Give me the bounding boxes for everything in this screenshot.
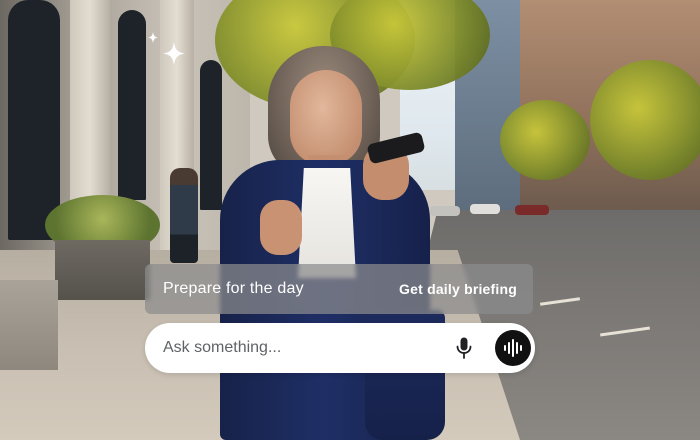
voice-waveform-icon[interactable] <box>495 330 531 366</box>
tree <box>590 60 700 180</box>
face <box>290 70 362 165</box>
stone-bench <box>0 280 58 370</box>
window <box>118 10 146 200</box>
woman-with-phone <box>180 40 450 440</box>
hand <box>260 200 302 255</box>
get-daily-briefing-button[interactable]: Get daily briefing <box>399 281 517 297</box>
background-photo <box>0 0 700 440</box>
microphone-icon[interactable] <box>447 331 481 365</box>
ask-bar <box>145 323 535 373</box>
ask-input[interactable] <box>163 339 447 357</box>
suggestion-title: Prepare for the day <box>163 280 304 297</box>
car <box>470 204 500 214</box>
planter <box>55 240 150 300</box>
tree <box>500 100 590 180</box>
sparkle-icon <box>144 28 194 78</box>
shirt <box>298 168 356 278</box>
window <box>8 0 60 240</box>
suggestion-card: Prepare for the day Get daily briefing <box>145 264 533 314</box>
car <box>515 205 549 215</box>
